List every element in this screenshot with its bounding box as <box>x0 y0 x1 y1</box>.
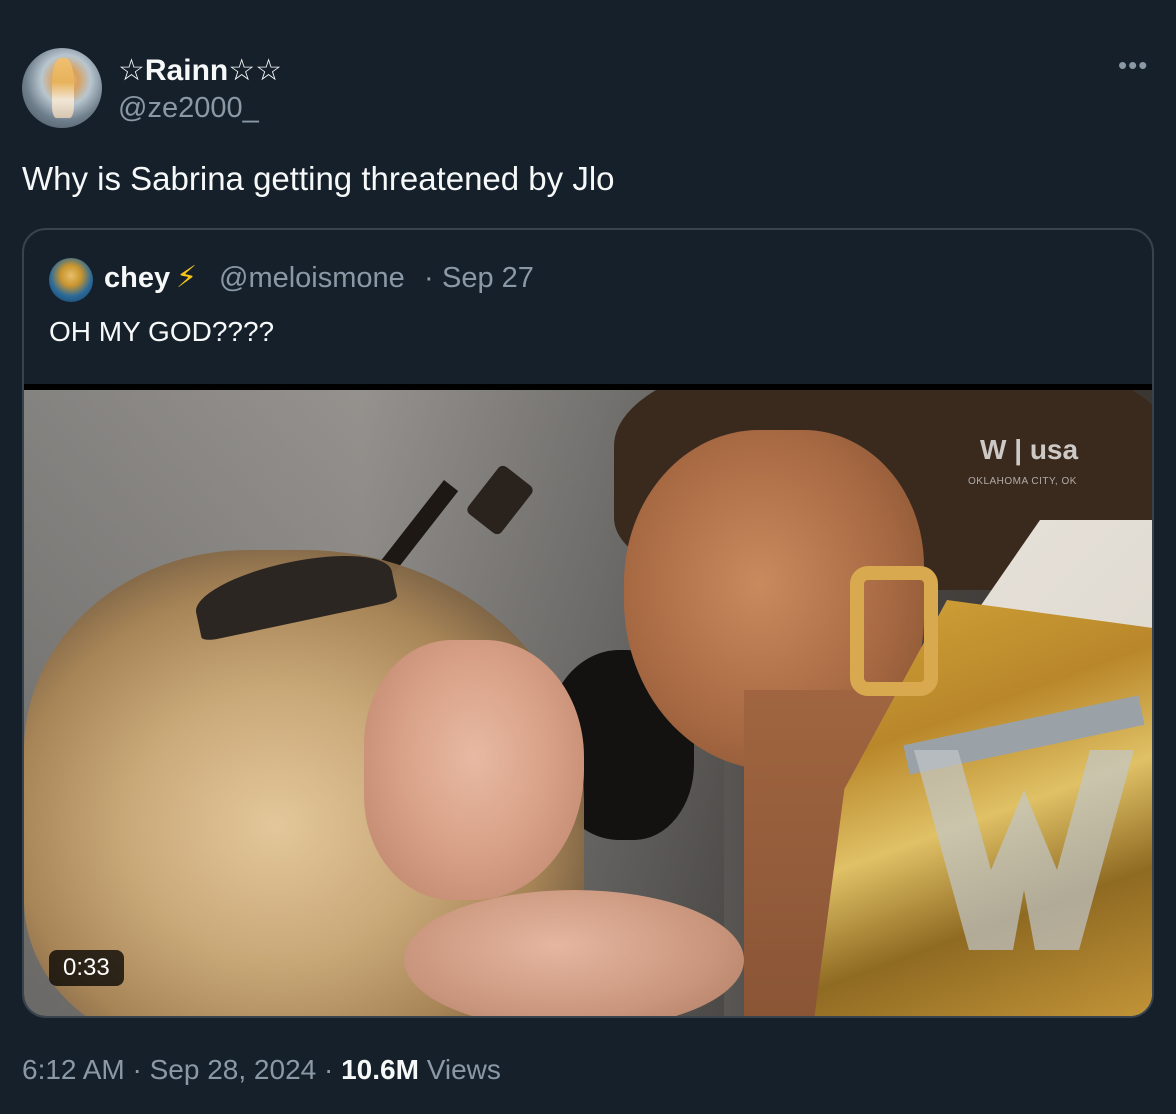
broadcast-watermark: W | usa <box>980 434 1079 465</box>
video-player[interactable]: W | usa OKLAHOMA CITY, OK 0:33 <box>24 384 1152 1016</box>
views-label: Views <box>426 1054 501 1085</box>
quoted-date[interactable]: Sep 27 <box>442 262 534 295</box>
more-options-icon[interactable]: ••• <box>1118 50 1148 81</box>
quoted-tweet-card[interactable]: chey ⚡ @meloismone · Sep 27 OH MY GOD???… <box>22 228 1154 1018</box>
earring <box>850 566 938 696</box>
views-count: 10.6M <box>341 1054 419 1085</box>
meta-separator-2: · <box>324 1054 334 1085</box>
tweet-time[interactable]: 6:12 AM <box>22 1054 125 1085</box>
lightning-bolt-icon: ⚡ <box>176 261 198 294</box>
author-handle[interactable]: @ze2000_ <box>118 92 259 125</box>
author-avatar[interactable] <box>22 48 102 128</box>
author-display-name[interactable]: ☆Rainn☆☆ <box>118 53 282 88</box>
left-person-face <box>364 640 584 900</box>
quoted-separator: · <box>424 262 434 294</box>
meta-separator: · <box>132 1054 142 1085</box>
video-frame: W | usa OKLAHOMA CITY, OK <box>24 390 1152 1016</box>
broadcast-location: OKLAHOMA CITY, OK <box>968 476 1077 487</box>
quoted-author-handle[interactable]: @meloismone <box>219 262 405 295</box>
tweet-text: Why is Sabrina getting threatened by Jlo <box>22 160 615 197</box>
video-duration-badge: 0:33 <box>49 950 124 986</box>
tweet-meta: 6:12 AM · Sep 28, 2024 · 10.6M Views <box>22 1054 501 1086</box>
avatar-figure <box>52 58 74 118</box>
quoted-author-name[interactable]: chey <box>104 262 170 295</box>
quoted-author-avatar[interactable] <box>49 258 93 302</box>
tweet-date[interactable]: Sep 28, 2024 <box>150 1054 317 1085</box>
quoted-text: OH MY GOD???? <box>49 316 275 347</box>
